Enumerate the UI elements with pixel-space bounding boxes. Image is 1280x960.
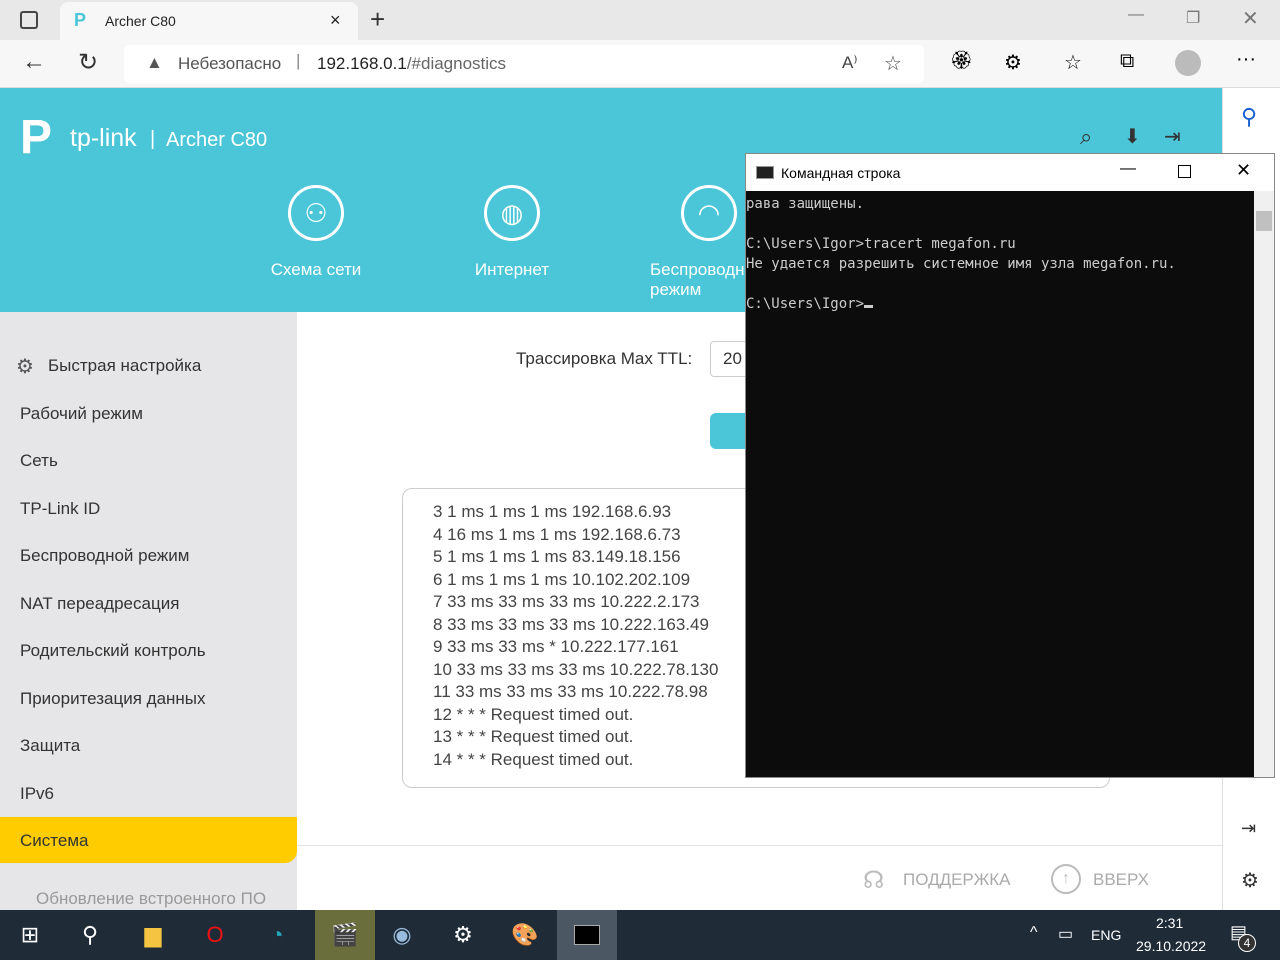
close-window-icon[interactable]: ✕ [1242,6,1259,31]
cmd-icon [756,166,774,179]
minimize-icon[interactable]: — [1120,160,1136,178]
restore-icon[interactable]: ❐ [1186,8,1200,28]
search-icon[interactable]: ⚲ [60,910,120,960]
tplink-logo-icon: P [20,111,53,164]
model-name: Archer C80 [166,129,268,151]
new-tab-icon[interactable]: + [370,4,385,35]
nav-internet[interactable]: Интернет [422,260,602,280]
support-icon: ☊ [863,867,885,894]
sidebar-item-operation-mode[interactable]: Рабочий режим [20,404,143,424]
cmd-window[interactable]: Командная строка — ✕ рава защищены. C:\Us… [745,153,1275,778]
sidebar-item-security[interactable]: Защита [20,736,80,756]
file-explorer-icon[interactable]: ▆ [123,910,183,960]
extensions-icon[interactable]: ⚙ [1004,50,1022,75]
sidebar-item-system-label: Система [20,831,89,850]
cmd-line [746,274,1254,294]
more-icon[interactable]: ··· [1236,48,1256,71]
cinema4d-icon[interactable]: ◉ [372,910,432,960]
sidebar-item-parental[interactable]: Родительский контроль [20,641,206,661]
url-host: 192.168.0.1 [317,54,407,73]
support-link[interactable]: ПОДДЕРЖКА [903,870,1011,890]
logout-icon[interactable]: ⇥ [1164,124,1181,149]
footer: ☊ ПОДДЕРЖКА ↑ ВВЕРХ [297,845,1222,910]
cmd-line: рава защищены. [746,196,865,212]
search-icon[interactable]: ⌕ [1080,124,1092,150]
opera-icon[interactable]: O [185,910,245,960]
cmd-scrollbar[interactable] [1254,191,1274,777]
internet-icon[interactable]: ◍ [484,185,540,241]
media-app-icon[interactable]: 🎬 [315,910,375,960]
read-aloud-icon[interactable]: A⁾ [842,53,858,73]
taskbar: ⊞ ⚲ ▆ O ◔ 🎬 ◉ ⚙ 🎨 ^ ▭ ENG 2:31 29.10.202… [0,910,1280,960]
minimize-icon[interactable]: — [1128,6,1144,24]
collections-icon[interactable]: ⧉ [1120,50,1134,73]
sidebar-item-nat[interactable]: NAT переадресация [20,594,179,614]
sidebar-item-network[interactable]: Сеть [20,451,58,471]
network-map-icon[interactable]: ⚇ [288,185,344,241]
sidebar-item-tplink-id[interactable]: TP-Link ID [20,499,100,519]
clock-time[interactable]: 2:31 [1156,915,1183,931]
settings-icon[interactable]: ⚙ [433,910,493,960]
sidebar-item-wireless[interactable]: Беспроводной режим [20,546,189,566]
cmd-line [746,214,1254,234]
profile-avatar[interactable] [1175,50,1201,76]
back-to-top-link[interactable]: ВВЕРХ [1093,870,1149,890]
nav-wireless[interactable]: Беспроводной режим [650,260,750,300]
add-favorite-icon[interactable]: ☆ [884,51,902,76]
chevron-up-icon[interactable]: ^ [1030,924,1038,942]
ttl-label: Трассировка Max TTL: [516,349,693,368]
back-icon[interactable]: ← [22,48,46,76]
close-tab-icon[interactable]: × [330,10,341,31]
edge-icon[interactable]: ◔ [247,910,307,960]
refresh-icon[interactable]: ↻ [78,48,98,77]
search-icon[interactable]: ⚲ [1241,104,1257,130]
arrow-up-icon: ↑ [1051,864,1081,894]
url-field[interactable]: ▲ Небезопасно | 192.168.0.1/#diagnostics… [124,45,924,83]
tab-bar: P Archer C80 × + — ❐ ✕ [0,0,1280,40]
cmd-line: C:\Users\Igor> [746,294,1254,314]
tab-actions-icon[interactable] [20,11,38,29]
nav-network-map[interactable]: Схема сети [226,260,406,280]
url-path: /#diagnostics [406,54,507,73]
notification-count: 4 [1238,934,1256,952]
language-indicator[interactable]: ENG [1091,927,1121,943]
close-icon[interactable]: ✕ [1236,160,1251,181]
cmd-cursor [864,305,874,308]
sidebar-item-ipv6[interactable]: IPv6 [20,784,54,804]
quick-setup-icon: ⚙ [16,356,34,378]
brand-logo: tp-link [70,124,137,152]
cmd-taskbar-icon[interactable] [557,910,617,960]
cmd-titlebar[interactable]: Командная строка — ✕ [746,154,1274,191]
sidebar-item-quick-setup[interactable]: Быстрая настройка [48,356,201,376]
start-icon[interactable]: ⊞ [0,910,60,960]
cmd-output[interactable]: рава защищены. C:\Users\Igor>tracert mega… [746,194,1254,314]
tab-archer[interactable]: P Archer C80 × [60,2,358,40]
extension-icon[interactable]: 🏵 [950,50,973,71]
router-sidebar: ⚙ Быстрая настройка Рабочий режим Сеть T… [0,312,297,910]
clock-date[interactable]: 29.10.2022 [1136,938,1206,954]
network-icon[interactable]: ▭ [1058,924,1073,944]
cmd-line: C:\Users\Igor>tracert megafon.ru [746,236,1016,252]
paint-icon[interactable]: 🎨 [495,910,555,960]
sidebar-item-firmware[interactable]: Обновление встроенного ПО [36,889,266,909]
cmd-line: Не удается разрешить системное имя узла … [746,256,1176,272]
sidebar-item-qos[interactable]: Приоритезация данных [20,689,206,709]
security-label[interactable]: Небезопасно [178,54,281,74]
favorites-icon[interactable]: ☆ [1064,50,1082,75]
warning-icon: ▲ [146,53,163,72]
sidebar-item-system[interactable]: Система [0,817,297,863]
cmd-title: Командная строка [781,165,901,181]
hide-sidebar-icon[interactable]: ⇥ [1241,818,1256,839]
wireless-icon[interactable]: ◠ [681,185,737,241]
download-icon[interactable]: ⬇ [1124,124,1141,149]
tplink-favicon-icon: P [74,10,87,30]
maximize-icon[interactable] [1178,165,1191,178]
tab-title: Archer C80 [105,13,176,29]
settings-icon[interactable]: ⚙ [1241,868,1259,893]
